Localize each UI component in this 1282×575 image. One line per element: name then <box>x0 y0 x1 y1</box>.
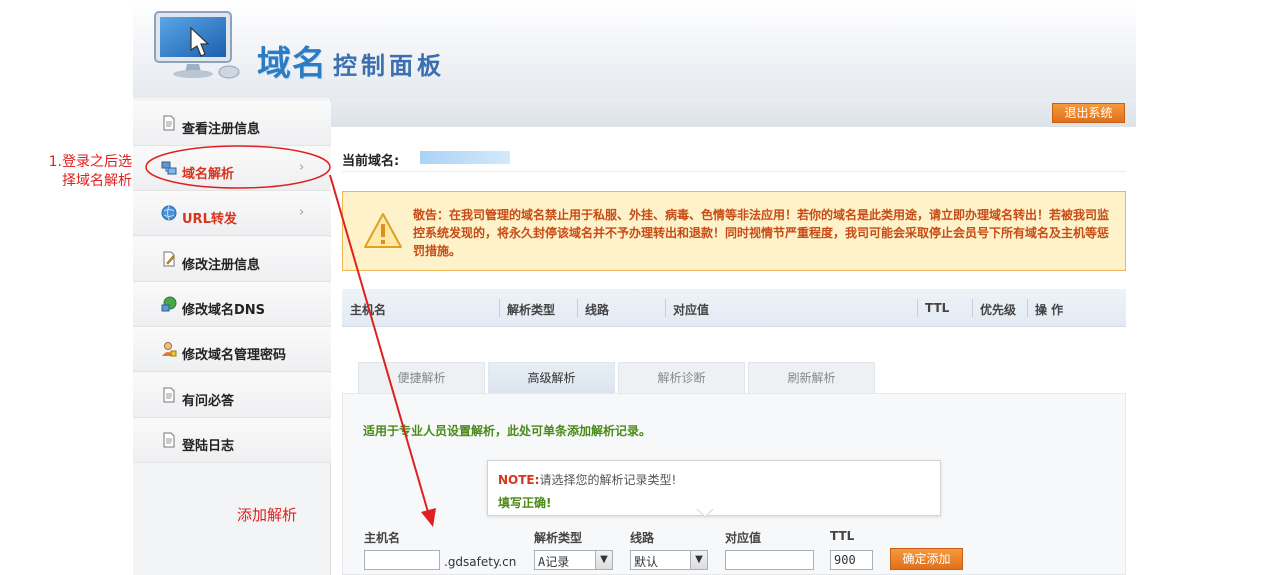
column-header-priority: 优先级 <box>980 303 1017 317</box>
warning-text: 敬告：在我司管理的域名禁止用于私服、外挂、病毒、色情等非法应用！若你的域名是此类… <box>413 208 1110 258</box>
chevron-right-icon: › <box>299 205 305 220</box>
records-table-header: 主机名 解析类型 线路 对应值 TTL 优先级 操 作 <box>342 289 1126 327</box>
column-separator <box>665 299 666 317</box>
tab-refresh-resolution[interactable]: 刷新解析 <box>748 362 875 393</box>
sidebar-item-label: URL转发 <box>182 212 237 227</box>
sidebar-item-label: 查看注册信息 <box>182 122 261 137</box>
chevron-right-icon: › <box>299 160 305 175</box>
document-icon <box>163 432 175 448</box>
record-type-select[interactable]: A记录 ▼ <box>534 550 613 570</box>
sidebar-item-label: 有问必答 <box>182 394 235 409</box>
sidebar-item-faq[interactable]: 有问必答 <box>133 373 331 418</box>
network-icon <box>161 161 177 175</box>
edit-document-icon <box>163 251 175 267</box>
host-input[interactable] <box>364 550 440 570</box>
tooltip-pointer <box>697 509 713 518</box>
panel-description: 适用于专业人员设置解析，此处可单条添加解析记录。 <box>363 424 652 438</box>
current-domain-label: 当前域名: <box>342 154 400 169</box>
monitor-hand-logo-icon <box>154 11 240 79</box>
document-icon <box>163 115 175 131</box>
note-text: 请选择您的解析记录类型! <box>539 473 677 487</box>
annotation-step1: 1.登录之后选择域名解析 <box>48 154 132 189</box>
globe-icon <box>161 205 177 221</box>
tab-quick-resolution[interactable]: 便捷解析 <box>358 362 485 393</box>
sidebar-item-label: 修改域名DNS <box>182 303 266 318</box>
warning-triangle-icon <box>364 213 402 248</box>
sidebar-item-dns-resolution[interactable]: 域名解析 › <box>133 146 331 191</box>
annotation-step2: 添加解析 <box>237 506 298 524</box>
note-message: NOTE:请选择您的解析记录类型! <box>498 471 676 488</box>
sidebar-item-edit-registration[interactable]: 修改注册信息 <box>133 237 331 282</box>
note-hint: 填写正确! <box>498 496 552 510</box>
warning-box: 敬告：在我司管理的域名禁止用于私服、外挂、病毒、色情等非法应用！若你的域名是此类… <box>342 191 1126 271</box>
column-header-actions: 操 作 <box>1035 303 1064 317</box>
user-lock-icon <box>162 342 177 357</box>
column-header-type: 解析类型 <box>507 303 556 317</box>
chevron-down-icon: ▼ <box>595 551 612 569</box>
record-type-label: 解析类型 <box>534 531 583 545</box>
sidebar-item-label: 域名解析 <box>182 167 235 182</box>
document-icon <box>163 387 175 403</box>
host-label: 主机名 <box>364 531 401 545</box>
column-header-value: 对应值 <box>673 303 710 317</box>
column-separator <box>499 299 500 317</box>
tab-advanced-resolution[interactable]: 高级解析 <box>488 362 615 393</box>
domain-suffix: .gdsafety.cn <box>444 555 517 569</box>
chevron-down-icon: ▼ <box>690 551 707 569</box>
record-type-value: A记录 <box>538 555 570 569</box>
logo-title: 域名 <box>257 44 327 84</box>
sidebar: 查看注册信息 域名解析 › URL转发 › 修改注册信息 修改域名DNS 修改域… <box>133 98 331 575</box>
tab-resolution-diagnosis[interactable]: 解析诊断 <box>618 362 745 393</box>
line-value: 默认 <box>634 555 659 569</box>
header-banner: 域名 控制面板 <box>133 0 1136 98</box>
ttl-label: TTL <box>830 529 855 543</box>
sidebar-item-label: 修改注册信息 <box>182 258 261 273</box>
column-separator <box>1027 299 1028 317</box>
sidebar-item-url-forwarding[interactable]: URL转发 › <box>133 191 331 236</box>
value-label: 对应值 <box>725 531 762 545</box>
logo-subtitle: 控制面板 <box>333 51 445 80</box>
column-header-host: 主机名 <box>350 303 387 317</box>
column-header-ttl: TTL <box>925 301 950 315</box>
column-header-line: 线路 <box>585 303 610 317</box>
sidebar-item-login-log[interactable]: 登陆日志 <box>133 418 331 463</box>
sidebar-item-label: 修改域名管理密码 <box>182 348 287 363</box>
logout-button[interactable]: 退出系统 <box>1052 103 1125 123</box>
sidebar-item-change-password[interactable]: 修改域名管理密码 <box>133 327 331 372</box>
ttl-input[interactable]: 900 <box>830 550 873 570</box>
note-keyword: NOTE: <box>498 473 540 487</box>
note-tooltip: NOTE:请选择您的解析记录类型! 填写正确! <box>487 460 941 516</box>
divider <box>342 171 1126 172</box>
current-domain-value-redacted <box>420 151 510 164</box>
column-separator <box>917 299 918 317</box>
sidebar-item-view-registration[interactable]: 查看注册信息 <box>133 101 331 146</box>
line-label: 线路 <box>630 531 655 545</box>
dns-globe-icon <box>161 296 177 312</box>
line-select[interactable]: 默认 ▼ <box>630 550 708 570</box>
value-input[interactable] <box>725 550 814 570</box>
sidebar-item-label: 登陆日志 <box>182 439 235 454</box>
top-bar: 退出系统 <box>331 98 1136 127</box>
sidebar-item-edit-dns[interactable]: 修改域名DNS <box>133 282 331 327</box>
column-separator <box>972 299 973 317</box>
confirm-add-button[interactable]: 确定添加 <box>890 548 963 570</box>
column-separator <box>577 299 578 317</box>
